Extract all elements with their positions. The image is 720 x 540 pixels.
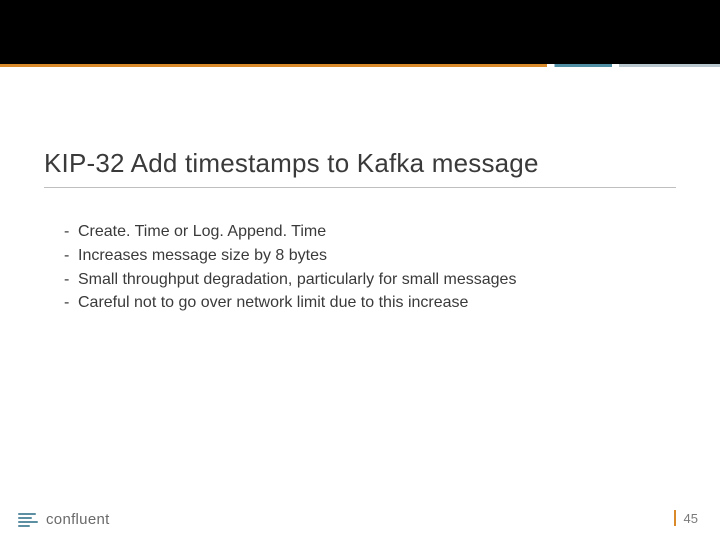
bullet-row: - Small throughput degradation, particul… <box>64 270 660 291</box>
bullet-row: - Careful not to go over network limit d… <box>64 293 660 314</box>
slide-title: KIP-32 Add timestamps to Kafka message <box>44 148 676 179</box>
bullet-dash-icon: - <box>64 246 78 267</box>
bullet-dash-icon: - <box>64 270 78 291</box>
bullet-text: Increases message size by 8 bytes <box>78 246 660 267</box>
title-container: KIP-32 Add timestamps to Kafka message <box>44 148 676 188</box>
slide-body: - Create. Time or Log. Append. Time - In… <box>64 222 660 317</box>
brand-logo: confluent <box>18 511 110 528</box>
slide: KIP-32 Add timestamps to Kafka message -… <box>0 0 720 540</box>
footer: confluent 45 <box>0 500 720 528</box>
bullet-text: Careful not to go over network limit due… <box>78 293 660 314</box>
header-accent-rule <box>0 64 720 67</box>
bullet-text: Small throughput degradation, particular… <box>78 270 660 291</box>
brand-mark-icon <box>18 512 40 528</box>
bullet-text: Create. Time or Log. Append. Time <box>78 222 660 243</box>
bullet-dash-icon: - <box>64 293 78 314</box>
brand-name: confluent <box>46 511 110 528</box>
bullet-row: - Create. Time or Log. Append. Time <box>64 222 660 243</box>
page-indicator: 45 <box>674 510 698 526</box>
bullet-row: - Increases message size by 8 bytes <box>64 246 660 267</box>
bullet-dash-icon: - <box>64 222 78 243</box>
header-black-bar <box>0 0 720 64</box>
page-accent-bar-icon <box>674 510 676 526</box>
page-number: 45 <box>684 511 698 526</box>
